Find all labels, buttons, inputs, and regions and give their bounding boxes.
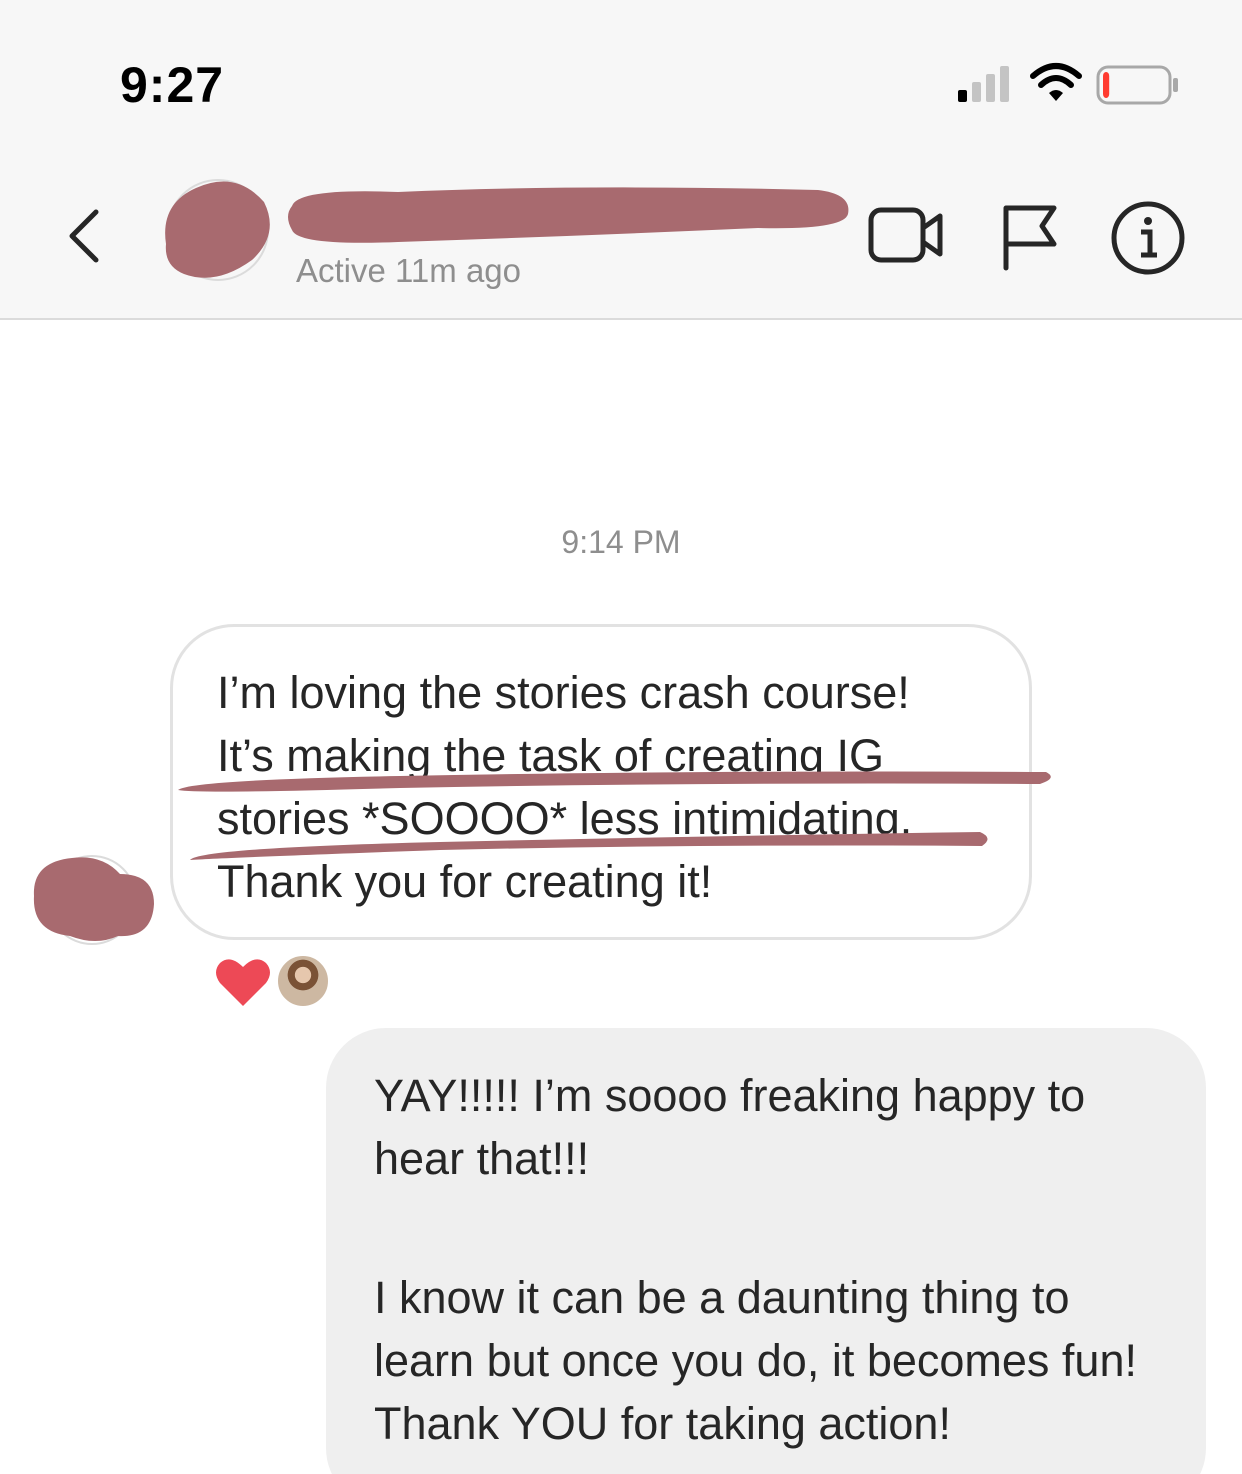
message-timestamp: 9:14 PM <box>561 524 681 560</box>
sent-message-bubble[interactable]: YAY!!!!! I’m soooo freaking happy to hea… <box>326 1028 1206 1474</box>
sent-message-paragraph: I know it can be a daunting thing to lea… <box>374 1272 1137 1449</box>
redacted-sender-avatar <box>33 855 154 945</box>
reaction-avatar[interactable] <box>276 954 330 1008</box>
status-time: 9:27 <box>120 57 225 113</box>
sent-message-paragraph: YAY!!!!! I’m soooo freaking happy to hea… <box>374 1070 1086 1184</box>
received-message-text: I’m loving the stories crash course! It’… <box>217 667 913 907</box>
received-message-bubble[interactable]: I’m loving the stories crash course! It’… <box>170 624 1032 940</box>
active-status: Active 11m ago <box>296 252 522 289</box>
info-icon[interactable] <box>1110 200 1186 276</box>
flag-icon[interactable] <box>1000 202 1060 272</box>
battery-low-icon <box>1096 65 1178 105</box>
wifi-icon <box>1030 63 1082 101</box>
conversation-header: Active 11m ago <box>0 160 1242 320</box>
video-camera-icon[interactable] <box>868 204 946 266</box>
redacted-username[interactable] <box>278 180 854 250</box>
status-bar: 9:27 <box>0 0 1242 160</box>
heart-icon[interactable] <box>214 956 272 1008</box>
redacted-avatar[interactable] <box>156 174 276 284</box>
cellular-signal-icon <box>958 66 1009 102</box>
chevron-left-icon[interactable] <box>62 204 106 268</box>
dm-thread-screen: 9:27 Active 11m ago 9:14 PM I’m loving t… <box>0 0 1242 1474</box>
